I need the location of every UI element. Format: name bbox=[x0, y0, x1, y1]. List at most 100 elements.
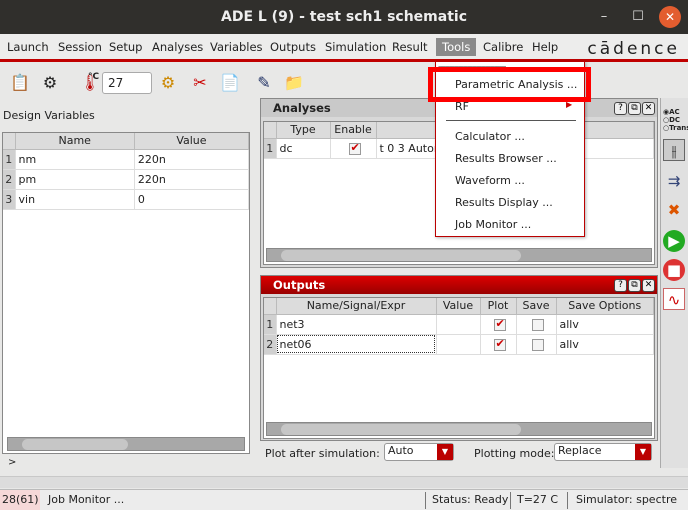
row-number: 2 bbox=[3, 169, 16, 190]
column-save-options[interactable]: Save Options bbox=[556, 298, 654, 315]
edit-icon[interactable]: ✎ bbox=[252, 71, 276, 95]
command-counter: 28(61) bbox=[0, 490, 40, 510]
var-value[interactable]: 0 bbox=[134, 189, 250, 210]
outputs-title: Outputs bbox=[261, 276, 657, 294]
row-number: 1 bbox=[264, 314, 277, 335]
table-row[interactable]: 2net06 allv bbox=[264, 334, 654, 355]
command-prompt: > bbox=[8, 457, 17, 468]
delete-icon[interactable]: ✖ bbox=[663, 199, 685, 221]
column-name-signal-expr[interactable]: Name/Signal/Expr bbox=[276, 298, 437, 315]
menu-tools[interactable]: Tools bbox=[436, 38, 477, 56]
var-name[interactable]: vin bbox=[15, 189, 135, 210]
status-message: Job Monitor ... bbox=[48, 493, 125, 506]
analysis-radio-group[interactable]: ◉AC ○DC ○Trans bbox=[663, 108, 688, 132]
maximize-button[interactable]: ☐ bbox=[626, 0, 650, 34]
plot-checkbox[interactable] bbox=[493, 317, 506, 331]
menu-analyses[interactable]: Analyses bbox=[152, 40, 203, 54]
menu-item-waveform[interactable]: Waveform ... bbox=[455, 174, 525, 187]
menu-setup[interactable]: Setup bbox=[109, 40, 142, 54]
table-row[interactable]: 1 nm 220n bbox=[3, 149, 250, 170]
column-type[interactable]: Type bbox=[276, 122, 331, 139]
column-plot[interactable]: Plot bbox=[480, 298, 517, 315]
menu-calibre[interactable]: Calibre bbox=[483, 40, 523, 54]
select-on-schematic-icon[interactable]: ✂ bbox=[188, 71, 212, 95]
close-icon[interactable]: ✕ bbox=[642, 102, 655, 115]
setup-icon[interactable]: ⚙ bbox=[156, 71, 180, 95]
help-icon[interactable]: ? bbox=[614, 102, 627, 115]
tune-icon[interactable]: ⫲ bbox=[663, 139, 685, 161]
menu-item-results-display[interactable]: Results Display ... bbox=[455, 196, 553, 209]
menu-variables[interactable]: Variables bbox=[210, 40, 263, 54]
menu-item-calculator[interactable]: Calculator ... bbox=[455, 130, 525, 143]
highlight-box bbox=[428, 67, 591, 102]
save-checkbox[interactable] bbox=[531, 338, 544, 351]
netlist-connect-icon[interactable]: ⇉ bbox=[663, 170, 685, 192]
stop-icon[interactable]: ■ bbox=[663, 259, 685, 281]
window-title: ADE L (9) - test sch1 schematic bbox=[220, 9, 467, 25]
temperature-input[interactable]: 27 bbox=[102, 72, 152, 94]
plot-checkbox[interactable] bbox=[493, 337, 506, 351]
plotting-mode-value: Replace bbox=[558, 444, 602, 457]
menu-simulation[interactable]: Simulation bbox=[325, 40, 386, 54]
menu-session[interactable]: Session bbox=[58, 40, 102, 54]
menu-item-job-monitor[interactable]: Job Monitor ... bbox=[455, 218, 531, 231]
load-state-icon[interactable]: 📋 bbox=[8, 71, 32, 95]
analyses-scrollbar[interactable] bbox=[266, 248, 652, 262]
column-value[interactable]: Value bbox=[134, 133, 250, 150]
row-number: 1 bbox=[3, 149, 16, 170]
table-row[interactable]: 3 vin 0 bbox=[3, 189, 250, 210]
var-name[interactable]: pm bbox=[15, 169, 135, 190]
float-icon[interactable]: ⧉ bbox=[628, 102, 641, 115]
outputs-scrollbar[interactable] bbox=[266, 422, 652, 436]
table-row[interactable]: 2 pm 220n bbox=[3, 169, 250, 190]
temperature-unit: °C bbox=[88, 72, 100, 82]
outputs-panel: Outputs ? ⧉ ✕ Name/Signal/Expr Value Plot Sav… bbox=[260, 275, 658, 441]
chevron-down-icon: ▼ bbox=[635, 444, 651, 460]
var-value[interactable]: 220n bbox=[134, 169, 250, 190]
splitter[interactable] bbox=[0, 476, 688, 488]
design-variables-scrollbar[interactable] bbox=[7, 437, 245, 451]
row-number: 3 bbox=[3, 189, 16, 210]
plotting-mode-select[interactable]: Replace ▼ bbox=[554, 443, 652, 461]
close-button[interactable]: ✕ bbox=[659, 6, 681, 28]
help-icon[interactable]: ? bbox=[614, 279, 627, 292]
design-variables-title: Design Variables bbox=[3, 109, 95, 122]
status-ready: Status: Ready bbox=[432, 493, 509, 506]
plot-waveform-icon[interactable]: ∿ bbox=[663, 288, 685, 310]
plot-after-value: Auto bbox=[388, 444, 414, 457]
menu-help[interactable]: Help bbox=[532, 40, 558, 54]
row-number: 1 bbox=[264, 138, 277, 159]
save-checkbox[interactable] bbox=[531, 318, 544, 331]
menu-outputs[interactable]: Outputs bbox=[270, 40, 316, 54]
radio-trans[interactable]: ○Trans bbox=[663, 124, 688, 132]
save-options[interactable]: allv bbox=[556, 314, 654, 335]
output-name[interactable]: net06 bbox=[276, 334, 437, 355]
radio-ac[interactable]: ◉AC bbox=[663, 108, 688, 116]
open-settings-icon[interactable]: ⚙ bbox=[38, 71, 62, 95]
menu-results[interactable]: Result bbox=[392, 40, 428, 54]
minimize-button[interactable]: – bbox=[592, 0, 616, 34]
plot-after-select[interactable]: Auto ▼ bbox=[384, 443, 454, 461]
menu-launch[interactable]: Launch bbox=[7, 40, 49, 54]
column-name[interactable]: Name bbox=[15, 133, 135, 150]
var-value[interactable]: 220n bbox=[134, 149, 250, 170]
var-name[interactable]: nm bbox=[15, 149, 135, 170]
analysis-type[interactable]: dc bbox=[276, 138, 331, 159]
column-value[interactable]: Value bbox=[436, 298, 481, 315]
column-save[interactable]: Save bbox=[516, 298, 557, 315]
run-icon[interactable]: ▶ bbox=[663, 230, 685, 252]
table-row[interactable]: 1net3 allv bbox=[264, 314, 654, 335]
folder-icon[interactable]: 📁 bbox=[282, 71, 306, 95]
close-icon[interactable]: ✕ bbox=[642, 279, 655, 292]
menu-item-results-browser[interactable]: Results Browser ... bbox=[455, 152, 557, 165]
design-variables-table: Name Value 1 nm 220n 2 pm 220n 3 vin 0 bbox=[2, 132, 250, 454]
row-number: 2 bbox=[264, 334, 277, 355]
output-name[interactable]: net3 bbox=[276, 314, 437, 335]
float-icon[interactable]: ⧉ bbox=[628, 279, 641, 292]
plotting-mode-label: Plotting mode: bbox=[474, 447, 555, 460]
enable-checkbox[interactable] bbox=[348, 141, 361, 155]
radio-dc[interactable]: ○DC bbox=[663, 116, 688, 124]
netlist-icon[interactable]: 📄 bbox=[218, 71, 242, 95]
save-options[interactable]: allv bbox=[556, 334, 654, 355]
column-enable[interactable]: Enable bbox=[330, 122, 377, 139]
